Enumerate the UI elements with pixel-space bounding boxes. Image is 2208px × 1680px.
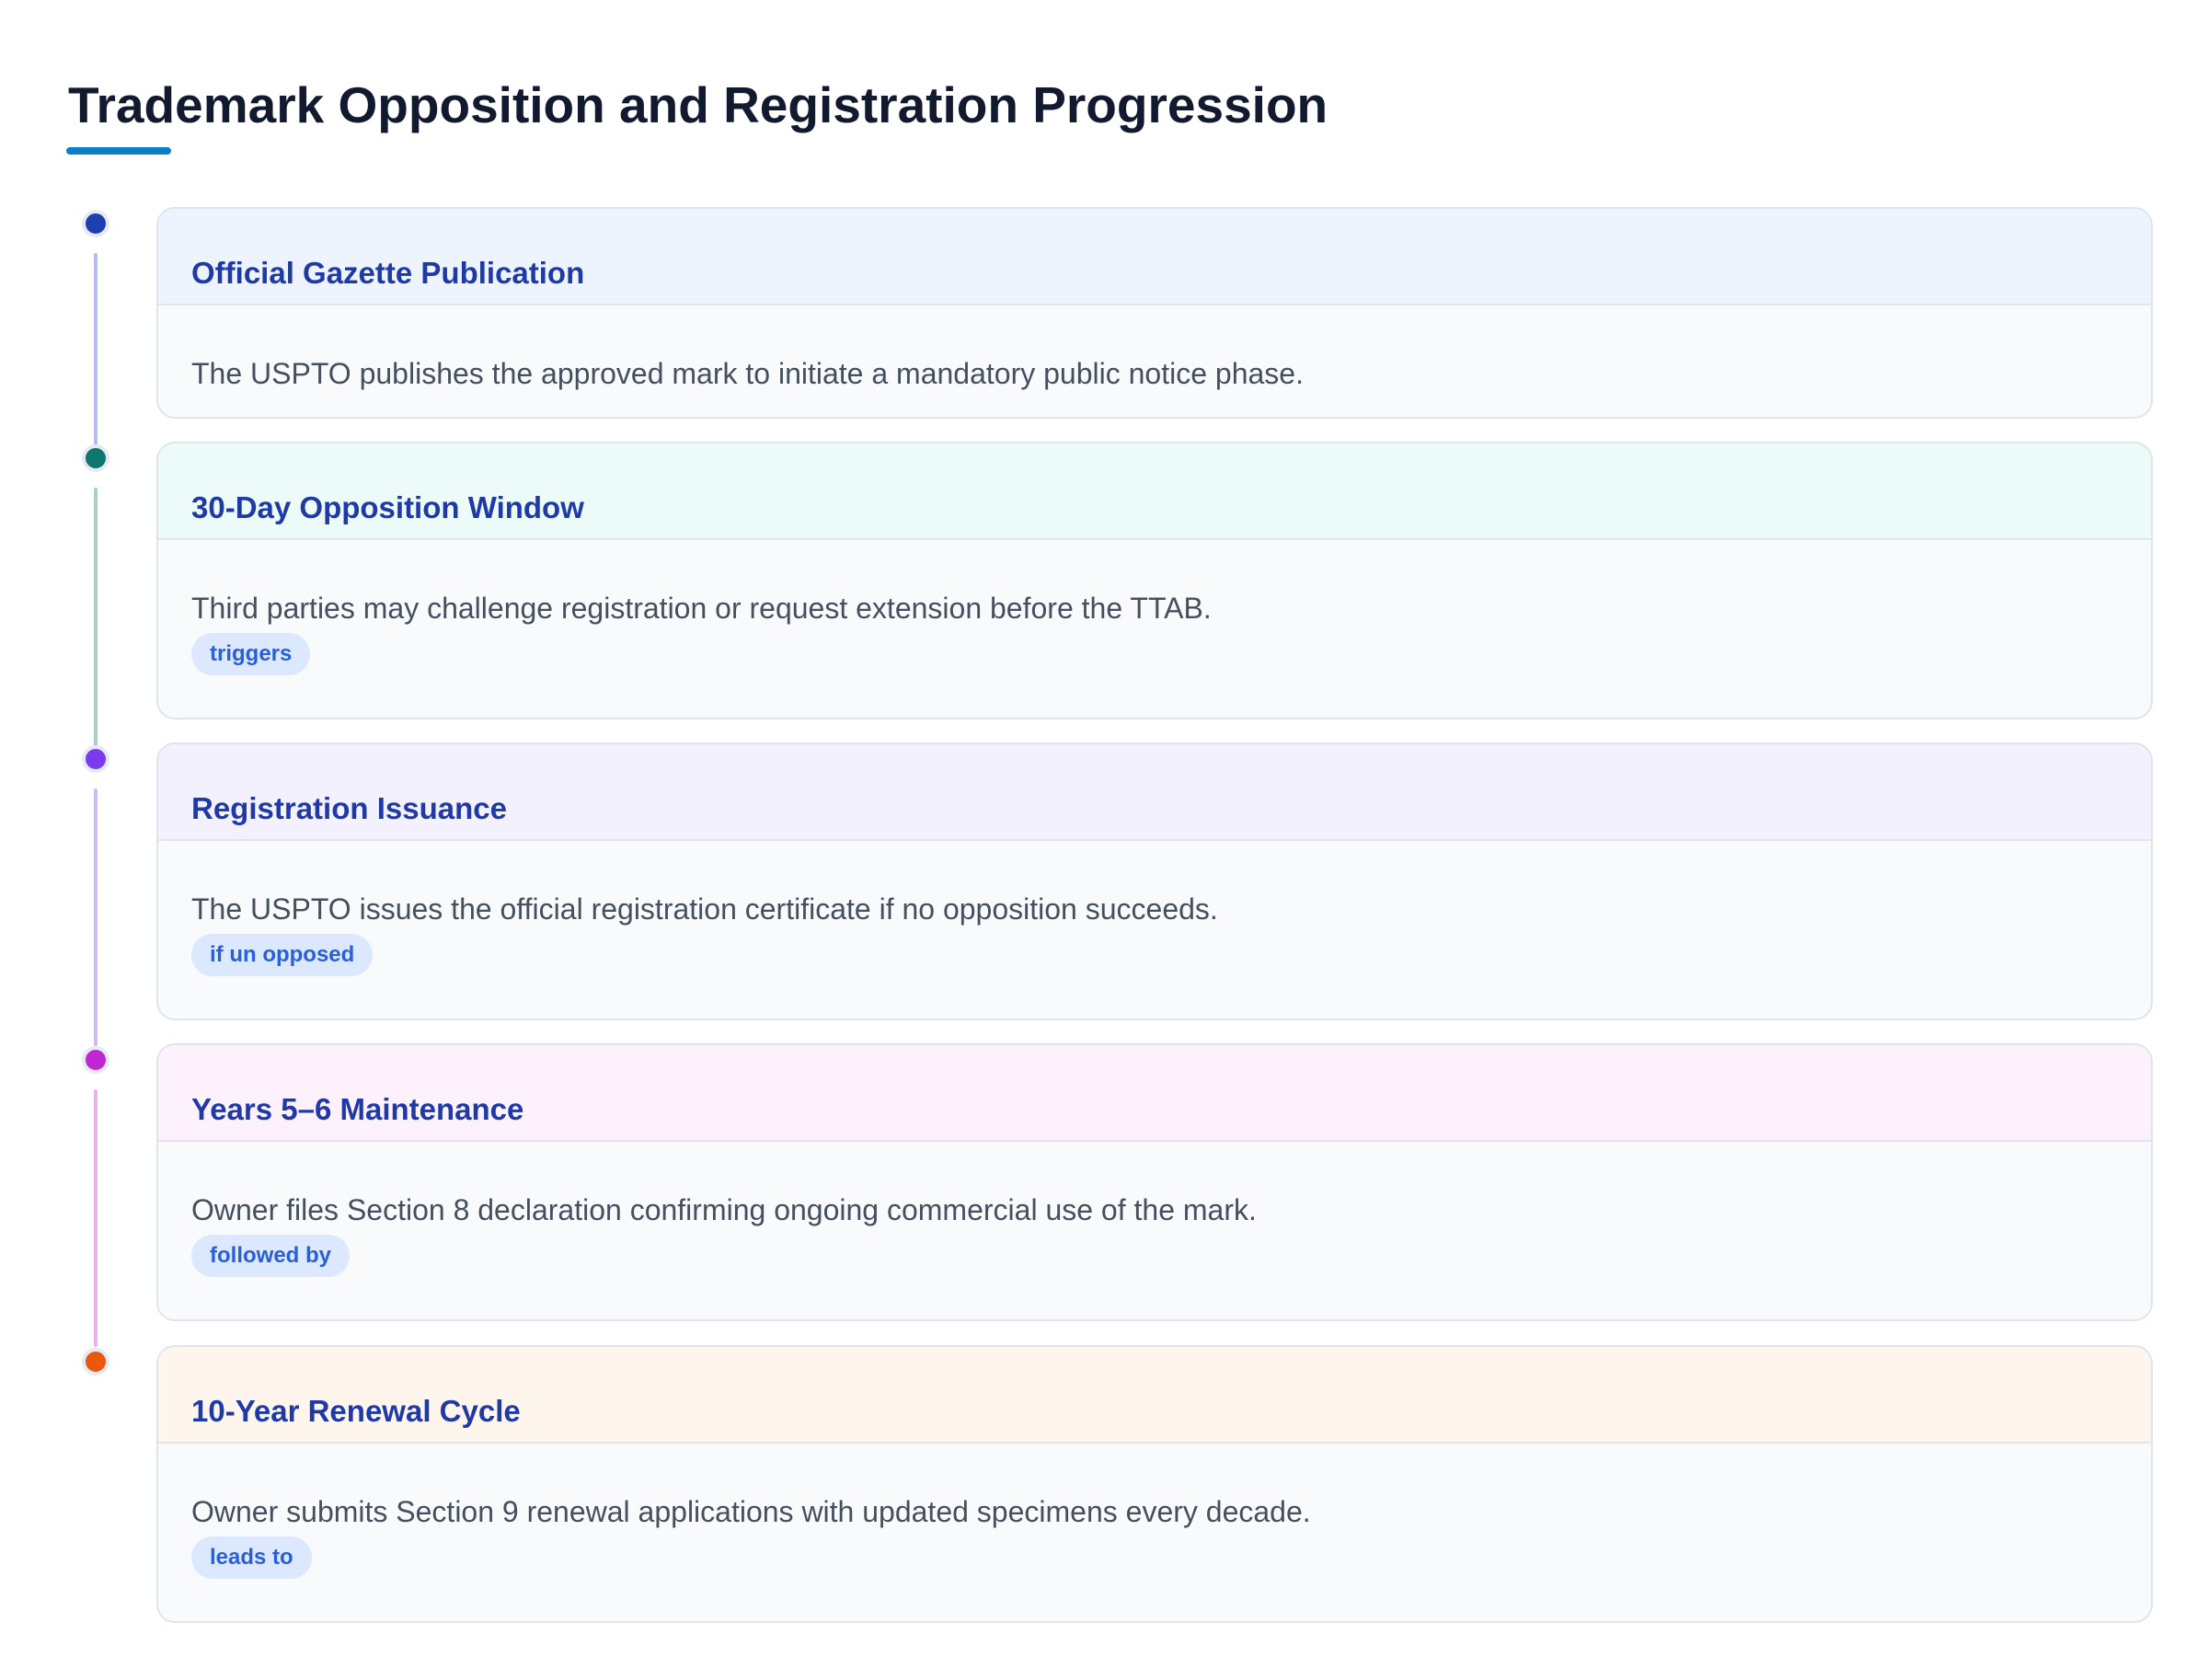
step-tag-4: leads to — [191, 1536, 312, 1579]
step-title-4: Years 5–6 Maintenance — [191, 1092, 524, 1126]
timeline-connector-4 — [94, 1089, 98, 1347]
step-tag-2: if un opposed — [191, 934, 374, 976]
step-card-3: Registration Issuance The USPTO issues t… — [156, 742, 2153, 1020]
timeline-dot-4 — [82, 1046, 109, 1074]
step-description-5: Owner submits Section 9 renewal applicat… — [191, 1495, 1311, 1528]
step-tag-3: followed by — [191, 1235, 350, 1277]
step-description-4: Owner files Section 8 declaration confir… — [191, 1193, 1257, 1226]
timeline-dot-2 — [82, 444, 109, 472]
timeline-connector-3 — [94, 788, 98, 1046]
timeline-dot-1 — [82, 210, 109, 237]
step-tag-1: triggers — [191, 633, 311, 675]
step-header-2: 30-Day Opposition Window — [158, 443, 2151, 540]
timeline-dot-3 — [82, 745, 109, 773]
step-header-5: 10-Year Renewal Cycle — [158, 1347, 2151, 1444]
step-card-5: 10-Year Renewal Cycle Owner submits Sect… — [156, 1345, 2153, 1623]
timeline-connector-2 — [94, 488, 98, 747]
page: Trademark Opposition and Registration Pr… — [0, 0, 2208, 1680]
step-header-1: Official Gazette Publication — [158, 209, 2151, 305]
timeline-connector-1 — [94, 253, 98, 446]
step-card-1: Official Gazette Publication The USPTO p… — [156, 207, 2153, 419]
step-card-2: 30-Day Opposition Window Third parties m… — [156, 442, 2153, 719]
step-description-1: The USPTO publishes the approved mark to… — [191, 357, 1304, 390]
timeline-dot-5 — [82, 1348, 109, 1375]
step-description-2: Third parties may challenge registration… — [191, 592, 1212, 625]
step-title-1: Official Gazette Publication — [191, 256, 585, 290]
step-header-3: Registration Issuance — [158, 744, 2151, 841]
step-description-3: The USPTO issues the official registrati… — [191, 892, 1218, 926]
step-title-3: Registration Issuance — [191, 791, 507, 825]
step-card-4: Years 5–6 Maintenance Owner files Sectio… — [156, 1043, 2153, 1321]
step-title-2: 30-Day Opposition Window — [191, 490, 584, 524]
step-title-5: 10-Year Renewal Cycle — [191, 1394, 521, 1428]
timeline: Official Gazette Publication The USPTO p… — [0, 0, 2208, 1680]
step-header-4: Years 5–6 Maintenance — [158, 1045, 2151, 1142]
